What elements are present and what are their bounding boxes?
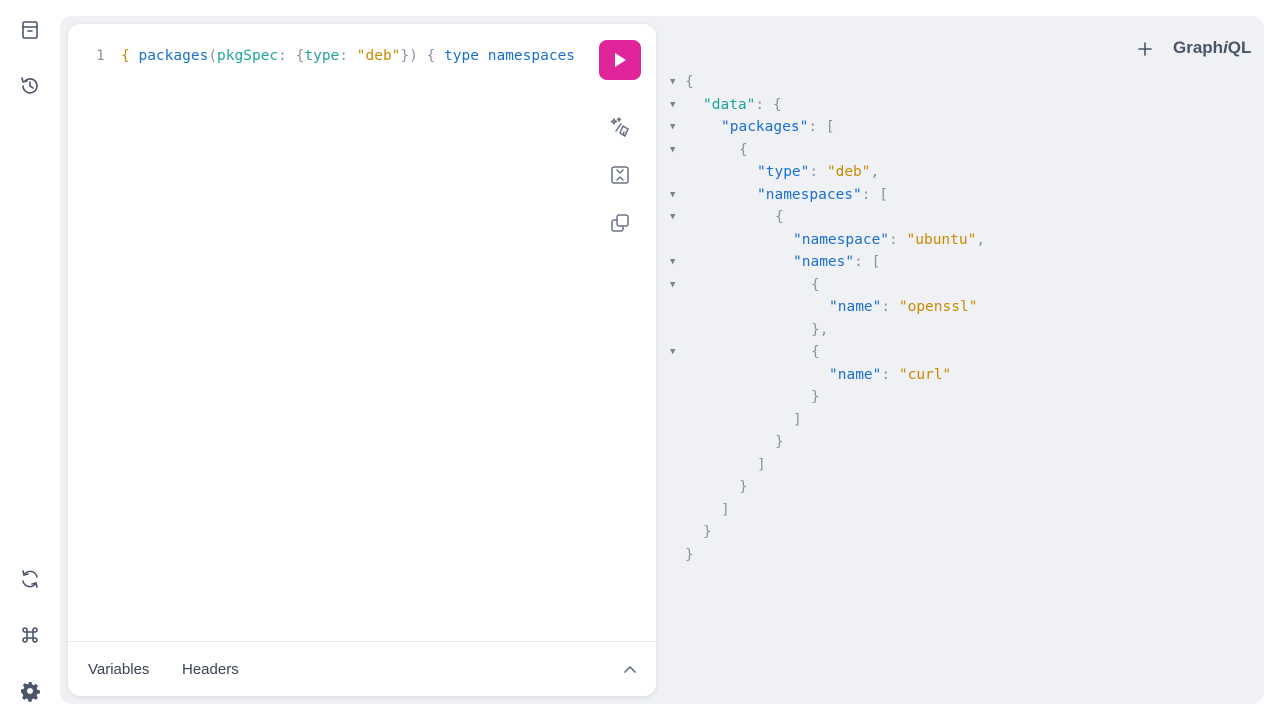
result-viewer[interactable]: ▼ { ▼ "data": { ▼ "packages": [ ▼ { "typ… <box>668 68 1248 628</box>
fold-toggle[interactable]: ▼ <box>670 341 680 363</box>
result-line: { <box>811 277 820 293</box>
query-editor[interactable]: 1 { packages(pkgSpec: {type: "deb"}) { t… <box>68 24 656 696</box>
result-line: }, <box>811 322 829 338</box>
result-line: { <box>685 74 694 90</box>
docs-icon[interactable] <box>18 18 42 42</box>
fold-toggle[interactable]: ▼ <box>670 274 680 296</box>
result-line: "name": "curl" <box>829 367 952 383</box>
result-line: "data": { <box>703 97 782 113</box>
plus-icon[interactable] <box>1136 40 1154 58</box>
run-query-button[interactable] <box>599 40 641 80</box>
fold-toggle[interactable]: ▼ <box>670 139 680 161</box>
fold-toggle[interactable]: ▼ <box>670 251 680 273</box>
result-line: ] <box>721 502 730 518</box>
result-line: "name": "openssl" <box>829 299 978 315</box>
result-line: "type": "deb", <box>757 164 880 180</box>
copy-icon[interactable] <box>608 211 632 235</box>
keyboard-shortcuts-icon[interactable] <box>18 623 42 647</box>
chevron-up-icon[interactable] <box>622 662 638 678</box>
tab-headers[interactable]: Headers <box>182 661 239 678</box>
settings-icon[interactable] <box>18 679 42 703</box>
fold-toggle[interactable]: ▼ <box>670 184 680 206</box>
result-line: ] <box>757 457 766 473</box>
result-line: "packages": [ <box>721 119 835 135</box>
result-line: } <box>811 389 820 405</box>
result-line: } <box>775 434 784 450</box>
result-line: } <box>739 479 748 495</box>
fold-toggle[interactable]: ▼ <box>670 206 680 228</box>
fold-toggle[interactable]: ▼ <box>670 94 680 116</box>
tab-variables[interactable]: Variables <box>88 661 149 678</box>
history-icon[interactable] <box>18 74 42 98</box>
prettify-icon[interactable] <box>608 115 632 139</box>
merge-fragments-icon[interactable] <box>608 163 632 187</box>
main-panel: 1 { packages(pkgSpec: {type: "deb"}) { t… <box>60 16 1264 704</box>
line-number: 1 <box>96 48 105 64</box>
play-icon <box>615 53 626 67</box>
result-line: "names": [ <box>793 254 881 270</box>
fold-toggle[interactable]: ▼ <box>670 116 680 138</box>
result-line: } <box>703 524 712 540</box>
graphiql-logo: GraphiQL <box>1173 38 1252 57</box>
result-line: { <box>811 344 820 360</box>
result-line: "namespace": "ubuntu", <box>793 232 986 248</box>
result-line: } <box>685 547 694 563</box>
query-line[interactable]: 1 { packages(pkgSpec: {type: "deb"}) { t… <box>68 46 588 66</box>
result-line: "namespaces": [ <box>757 187 888 203</box>
editor-footer: Variables Headers <box>68 641 656 696</box>
sidebar <box>0 0 60 720</box>
fold-toggle[interactable]: ▼ <box>670 71 680 93</box>
result-line: ] <box>793 412 802 428</box>
result-line: { <box>775 209 784 225</box>
result-line: { <box>739 142 748 158</box>
query-text[interactable]: { packages(pkgSpec: {type: "deb"}) { typ… <box>121 46 575 66</box>
refetch-schema-icon[interactable] <box>18 567 42 591</box>
